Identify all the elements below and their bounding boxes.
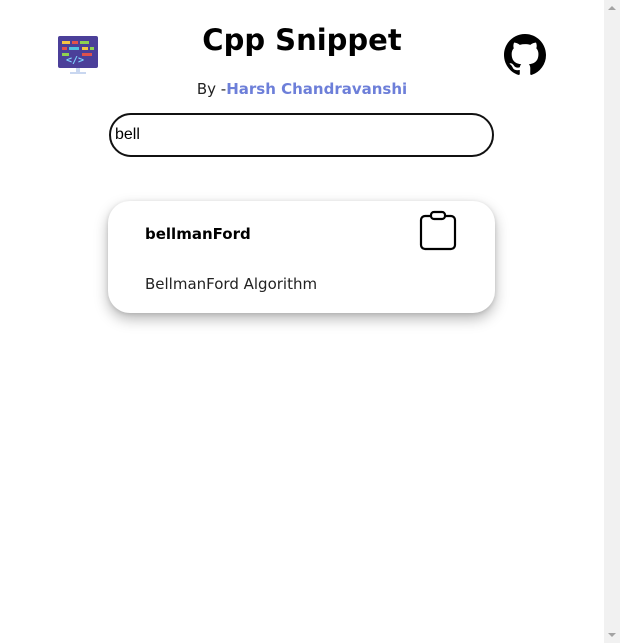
github-icon[interactable] [504, 34, 546, 76]
clipboard-icon[interactable] [418, 209, 458, 253]
vertical-scrollbar[interactable] [604, 0, 620, 643]
snippet-description: BellmanFord Algorithm [145, 275, 318, 293]
byline-prefix: By - [196, 80, 227, 98]
snippet-card[interactable]: bellmanFord BellmanFord Algorithm [108, 201, 495, 313]
byline: By -Harsh Chandravanshi [0, 79, 604, 99]
snippet-title: bellmanFord [145, 225, 251, 243]
scroll-down-arrow-icon[interactable] [604, 627, 620, 643]
page: </> Cpp Snippet By -Harsh Chandravanshi … [0, 0, 604, 643]
search-input[interactable] [109, 113, 494, 157]
author-link[interactable]: Harsh Chandravanshi [226, 80, 407, 98]
scroll-up-arrow-icon[interactable] [604, 0, 620, 16]
